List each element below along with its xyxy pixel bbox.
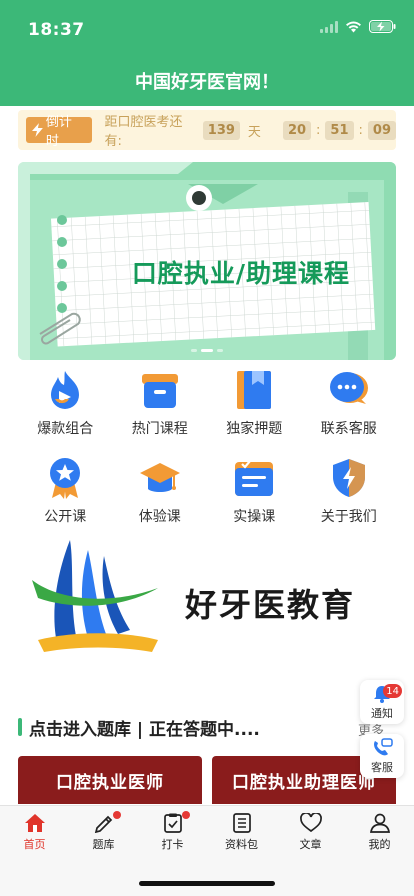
countdown-minutes: 51	[325, 120, 354, 140]
feature-grid-row-2: 公开课 体验课 实操课 关于我们	[18, 456, 396, 526]
graduation-cap-icon	[138, 456, 182, 500]
tab-label: 首页	[23, 838, 46, 851]
tab-materials[interactable]: 资料包	[207, 806, 276, 856]
brand-block: 好牙医教育	[18, 540, 396, 680]
countdown-tag: 倒计时	[26, 115, 93, 149]
shield-bolt-icon	[327, 456, 371, 500]
feature-grid-row-1: 爆款组合 热门课程 独家押题 联系客服	[18, 368, 396, 438]
tab-mine[interactable]: 我的	[345, 806, 414, 856]
service-button[interactable]: 客服	[360, 734, 404, 778]
banner-pagination	[18, 349, 396, 352]
tab-check-in[interactable]: 打卡	[138, 806, 207, 856]
course-card-title: 口腔执业医师	[56, 772, 164, 793]
wifi-icon	[346, 21, 361, 32]
heart-icon	[299, 813, 322, 833]
headset-chat-icon	[374, 737, 393, 755]
home-icon	[24, 814, 45, 832]
status-bar: 18:37	[0, 0, 414, 50]
notify-label: 通知	[371, 706, 393, 720]
countdown-days: 139	[202, 120, 240, 140]
grid-item-exclusive-questions[interactable]: 独家押题	[207, 368, 302, 438]
grid-label: 爆款组合	[37, 421, 94, 437]
pagination-dot	[217, 349, 223, 352]
grid-label: 实操课	[233, 509, 276, 525]
tab-badge-dot	[182, 811, 190, 819]
flame-icon	[43, 368, 87, 412]
page-title: 中国好牙医官网！	[135, 72, 279, 93]
home-indicator	[139, 881, 275, 886]
tab-badge-dot	[113, 811, 121, 819]
archive-box-icon	[138, 368, 182, 412]
grid-label: 关于我们	[320, 509, 377, 525]
countdown-tag-label: 倒计时	[45, 115, 72, 149]
status-icons	[320, 20, 396, 33]
grid-item-hot-combo[interactable]: 爆款组合	[18, 368, 113, 438]
course-banner[interactable]: 口腔执业/助理课程	[18, 162, 396, 360]
battery-charging-icon	[369, 20, 396, 33]
grid-label: 体验课	[138, 509, 181, 525]
book-icon	[232, 368, 276, 412]
status-time: 18:37	[28, 20, 85, 40]
grid-item-contact-service[interactable]: 联系客服	[302, 368, 397, 438]
pencil-icon	[94, 815, 112, 833]
grid-label: 公开课	[44, 509, 87, 525]
section-accent-bar	[18, 718, 22, 736]
pagination-dot	[191, 349, 197, 352]
countdown-hours: 20	[282, 120, 312, 140]
exam-countdown: 倒计时 距口腔医考还有: 139 天 20 : 51 : 09	[18, 110, 396, 150]
grid-item-trial-class[interactable]: 体验课	[113, 456, 208, 526]
countdown-label: 距口腔医考还有:	[104, 115, 183, 149]
tab-question-bank[interactable]: 题库	[69, 806, 138, 856]
grid-label: 联系客服	[320, 421, 377, 437]
brand-logo	[32, 540, 158, 652]
countdown-seconds: 09	[367, 120, 396, 140]
lightning-icon	[32, 123, 43, 137]
question-bank-header[interactable]: 点击进入题库 | 正在答题中....	[18, 714, 358, 740]
notify-count-badge: 14	[383, 684, 402, 698]
checklist-icon	[232, 456, 276, 500]
grid-item-about-us[interactable]: 关于我们	[302, 456, 397, 526]
bottom-tab-bar: 首页 题库 打卡 资料包 文章 我的	[0, 805, 414, 896]
grid-label: 热门课程	[131, 421, 188, 437]
grid-item-open-class[interactable]: 公开课	[18, 456, 113, 526]
service-label: 客服	[371, 760, 393, 774]
pagination-dot-active	[201, 349, 213, 352]
clipboard-check-icon	[163, 813, 182, 833]
notify-button[interactable]: 通知 14	[360, 680, 404, 724]
countdown-day-unit: 天	[247, 124, 261, 140]
tab-label: 打卡	[161, 838, 184, 851]
tab-label: 我的	[368, 838, 391, 851]
chat-bubble-icon	[327, 368, 371, 412]
tab-row: 首页 题库 打卡 资料包 文章 我的	[0, 806, 414, 856]
section-title: 点击进入题库 | 正在答题中....	[29, 719, 260, 740]
grid-label: 独家押题	[226, 421, 283, 437]
tab-label: 资料包	[225, 838, 258, 851]
tab-home[interactable]: 首页	[0, 806, 69, 856]
countdown-separator: :	[316, 122, 321, 138]
course-card-practitioner[interactable]: 口腔执业医师	[18, 756, 202, 804]
grid-item-practical-class[interactable]: 实操课	[207, 456, 302, 526]
brand-name: 好牙医教育	[185, 586, 356, 624]
grid-item-hot-courses[interactable]: 热门课程	[113, 368, 208, 438]
app-header: 18:37 中国好牙医官网！	[0, 0, 414, 106]
medal-icon	[43, 456, 87, 500]
tab-articles[interactable]: 文章	[276, 806, 345, 856]
user-icon	[369, 813, 390, 833]
tab-label: 文章	[299, 838, 322, 851]
signal-icon	[320, 20, 338, 33]
list-doc-icon	[232, 813, 251, 833]
course-card-title: 口腔执业助理医师	[232, 772, 376, 793]
tab-label: 题库	[92, 838, 115, 851]
countdown-separator: :	[358, 122, 363, 138]
banner-title: 口腔执业/助理课程	[131, 259, 351, 288]
